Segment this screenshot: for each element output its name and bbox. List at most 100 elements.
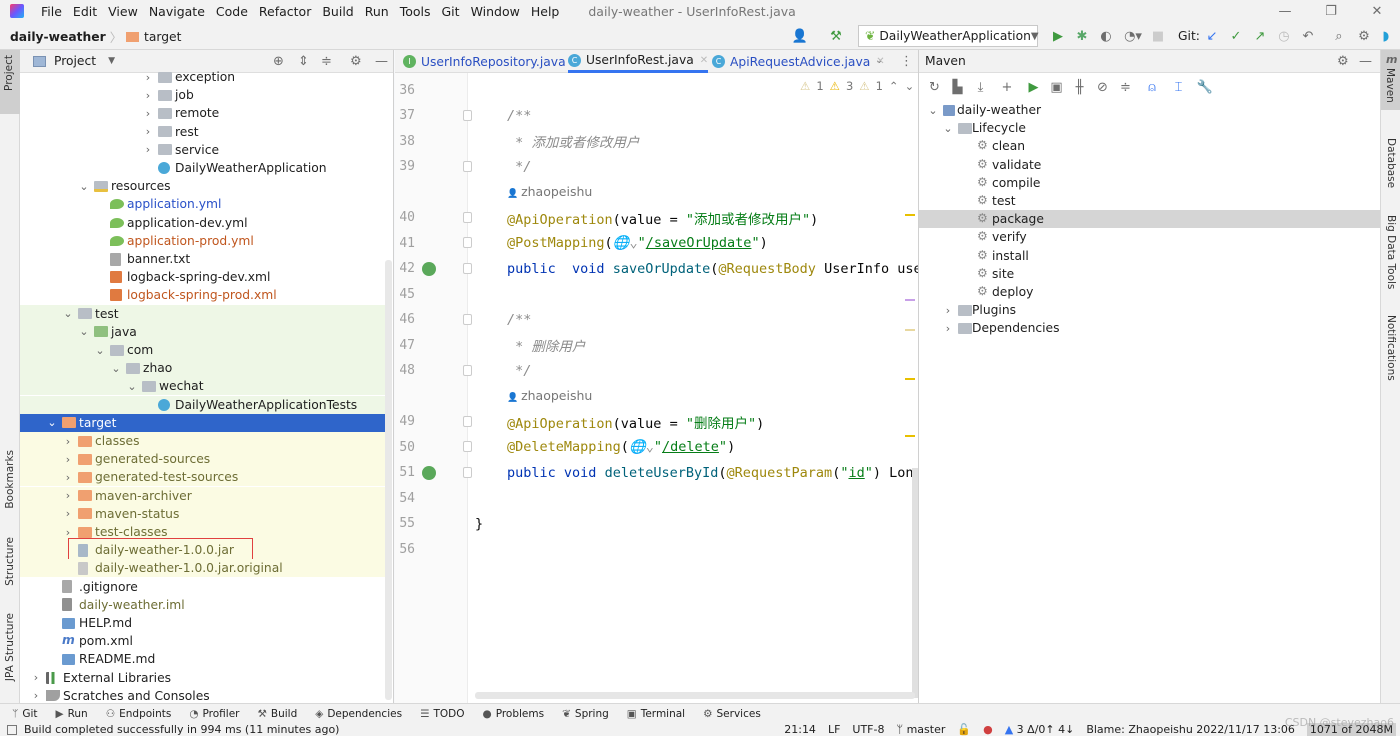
chevron-down-icon[interactable]: ⌄ bbox=[110, 362, 122, 375]
project-scrollbar[interactable] bbox=[385, 260, 392, 700]
skip-tests-icon[interactable]: ⊘ bbox=[1091, 80, 1114, 95]
code-line[interactable]: 54 bbox=[395, 488, 918, 508]
chevron-right-icon[interactable]: › bbox=[142, 107, 154, 120]
spring-endpoint-gutter-icon[interactable] bbox=[422, 261, 436, 276]
tree-item[interactable]: m pom.xml bbox=[20, 632, 386, 650]
maven-item-install[interactable]: ⚙ install bbox=[919, 247, 1380, 265]
fold-marker-icon[interactable] bbox=[463, 364, 472, 376]
tab-userinforest[interactable]: C UserInfoRest.java ✕ bbox=[568, 50, 709, 73]
tool-services[interactable]: ⚙ Services bbox=[703, 708, 761, 720]
menu-file[interactable]: File bbox=[41, 4, 62, 19]
git-push-icon[interactable]: ↗ bbox=[1248, 29, 1272, 44]
tool-run[interactable]: ▶ Run bbox=[55, 708, 87, 720]
chevron-right-icon[interactable]: › bbox=[62, 471, 74, 484]
tree-item[interactable]: › rest bbox=[20, 123, 386, 141]
menu-git[interactable]: Git bbox=[442, 4, 460, 19]
code-line[interactable]: 37 /** bbox=[395, 106, 918, 126]
chevron-right-icon[interactable]: › bbox=[62, 507, 74, 520]
build-hammer-icon[interactable]: ⚒ bbox=[822, 29, 850, 44]
code-line[interactable]: 42 public void saveOrUpdate(@RequestBody … bbox=[395, 259, 918, 279]
coverage-icon[interactable]: ◐ bbox=[1094, 29, 1118, 44]
tree-item[interactable]: HELP.md bbox=[20, 614, 386, 632]
more-tabs-icon[interactable]: ⋮ bbox=[900, 54, 913, 69]
file-encoding[interactable]: UTF-8 bbox=[852, 723, 884, 736]
tree-item[interactable]: › job bbox=[20, 86, 386, 104]
maven-tool-button[interactable]: m Maven bbox=[1381, 50, 1400, 110]
tool-endpoints[interactable]: ⚇ Endpoints bbox=[106, 708, 172, 720]
download-icon[interactable]: ⤓ bbox=[969, 80, 992, 95]
code-line[interactable]: 40 @ApiOperation(value = "添加或者修改用户") bbox=[395, 208, 918, 228]
collapse-icon[interactable]: ≑ bbox=[1114, 80, 1137, 95]
maven-settings-gear-icon[interactable]: ⚙ bbox=[1337, 54, 1349, 69]
lock-icon[interactable]: 🔓 bbox=[957, 723, 971, 736]
chevron-right-icon[interactable]: › bbox=[62, 489, 74, 502]
tree-item[interactable]: ⌄ com bbox=[20, 341, 386, 359]
debug-icon[interactable]: ✱ bbox=[1070, 29, 1094, 44]
tree-item[interactable]: daily-weather-1.0.0.jar bbox=[20, 538, 386, 561]
tool-terminal[interactable]: ▣ Terminal bbox=[627, 708, 685, 720]
tool-profiler[interactable]: ◔ Profiler bbox=[189, 708, 239, 720]
tree-item[interactable]: ⌄ java bbox=[20, 322, 386, 341]
chevron-down-icon[interactable]: ⌄ bbox=[942, 122, 954, 135]
fold-marker-icon[interactable] bbox=[463, 466, 472, 478]
history-icon[interactable]: ◷ bbox=[1272, 29, 1296, 44]
code-line[interactable]: 38 * 添加或者修改用户 bbox=[395, 131, 918, 152]
menu-code[interactable]: Code bbox=[216, 4, 248, 19]
maven-item-compile[interactable]: ⚙ compile bbox=[919, 174, 1380, 192]
notifications-button[interactable]: Notifications bbox=[1385, 315, 1397, 381]
code-line[interactable]: 49 @ApiOperation(value = "删除用户") bbox=[395, 412, 918, 432]
toolbox-icon[interactable]: ◗ bbox=[1376, 29, 1396, 44]
toggle-offline-icon[interactable]: ╫ bbox=[1068, 80, 1091, 95]
tree-item[interactable]: › generated-test-sources bbox=[20, 468, 386, 487]
rollback-icon[interactable]: ↶ bbox=[1296, 29, 1320, 44]
fold-marker-icon[interactable] bbox=[463, 415, 472, 427]
chevron-down-icon[interactable]: ⌄ bbox=[46, 416, 58, 429]
code-line[interactable]: 36 bbox=[395, 80, 918, 100]
restore-button[interactable]: ❐ bbox=[1308, 4, 1354, 19]
line-separator[interactable]: LF bbox=[828, 723, 840, 736]
user-icon[interactable]: 👤 bbox=[788, 29, 812, 44]
chevron-down-icon[interactable]: ⌄ bbox=[927, 104, 939, 117]
code-line[interactable]: 👤 zhaopeishu bbox=[395, 182, 918, 202]
structure-tool-button[interactable]: Structure bbox=[4, 537, 16, 586]
close-tab-icon[interactable]: ✕ bbox=[876, 56, 884, 67]
warning-marker[interactable] bbox=[905, 378, 915, 380]
chevron-right-icon[interactable]: › bbox=[142, 125, 154, 138]
tree-item[interactable]: ⌄ zhao bbox=[20, 359, 386, 378]
fold-marker-icon[interactable] bbox=[463, 211, 472, 223]
stop-icon[interactable]: ■ bbox=[1148, 29, 1168, 44]
code-line[interactable]: 47 * 删除用户 bbox=[395, 335, 918, 356]
tab-apirequestadvice[interactable]: C ApiRequestAdvice.java ✕ bbox=[712, 50, 885, 73]
weak-warning-marker[interactable] bbox=[905, 329, 915, 331]
status-toggle-icon[interactable] bbox=[7, 724, 17, 735]
show-diagram-icon[interactable]: ⌶ bbox=[1167, 80, 1190, 95]
chevron-right-icon[interactable]: › bbox=[142, 71, 154, 84]
git-commit-icon[interactable]: ✓ bbox=[1224, 29, 1248, 44]
tree-item[interactable]: DailyWeatherApplication bbox=[20, 159, 386, 177]
maven-item-verify[interactable]: ⚙ verify bbox=[919, 228, 1380, 246]
search-icon[interactable]: ⌕ bbox=[1326, 29, 1352, 44]
tree-item[interactable]: ⌄ test bbox=[20, 304, 386, 323]
warning-marker[interactable] bbox=[905, 214, 915, 216]
maven-item-deploy[interactable]: ⚙ deploy bbox=[919, 283, 1380, 301]
chevron-down-icon[interactable]: ⌄ bbox=[94, 344, 106, 357]
hide-maven-icon[interactable]: — bbox=[1359, 54, 1372, 69]
close-tab-icon[interactable]: ✕ bbox=[700, 55, 708, 66]
tool-build[interactable]: ⚒ Build bbox=[257, 708, 297, 720]
jpa-structure-tool-button[interactable]: JPA Structure bbox=[4, 613, 16, 681]
fold-marker-icon[interactable] bbox=[463, 262, 472, 274]
chevron-right-icon[interactable]: › bbox=[62, 526, 74, 539]
database-tool-button[interactable]: Database bbox=[1385, 138, 1397, 188]
close-window-button[interactable]: ✕ bbox=[1354, 4, 1400, 19]
fold-marker-icon[interactable] bbox=[463, 313, 472, 325]
tree-item[interactable]: DailyWeatherApplicationTests bbox=[20, 395, 386, 414]
code-line[interactable]: 56 bbox=[395, 539, 918, 559]
tree-item[interactable]: › classes bbox=[20, 432, 386, 450]
menu-run[interactable]: Run bbox=[365, 4, 389, 19]
tree-item[interactable]: › maven-status bbox=[20, 504, 386, 523]
build-tool-settings-icon[interactable]: 🔧 bbox=[1190, 80, 1220, 95]
breadcrumb-folder[interactable]: target bbox=[144, 30, 181, 44]
execute-icon[interactable]: ▣ bbox=[1045, 80, 1068, 95]
code-line[interactable]: 45 bbox=[395, 284, 918, 304]
analyze-dependencies-icon[interactable]: ⍝ bbox=[1137, 80, 1167, 95]
